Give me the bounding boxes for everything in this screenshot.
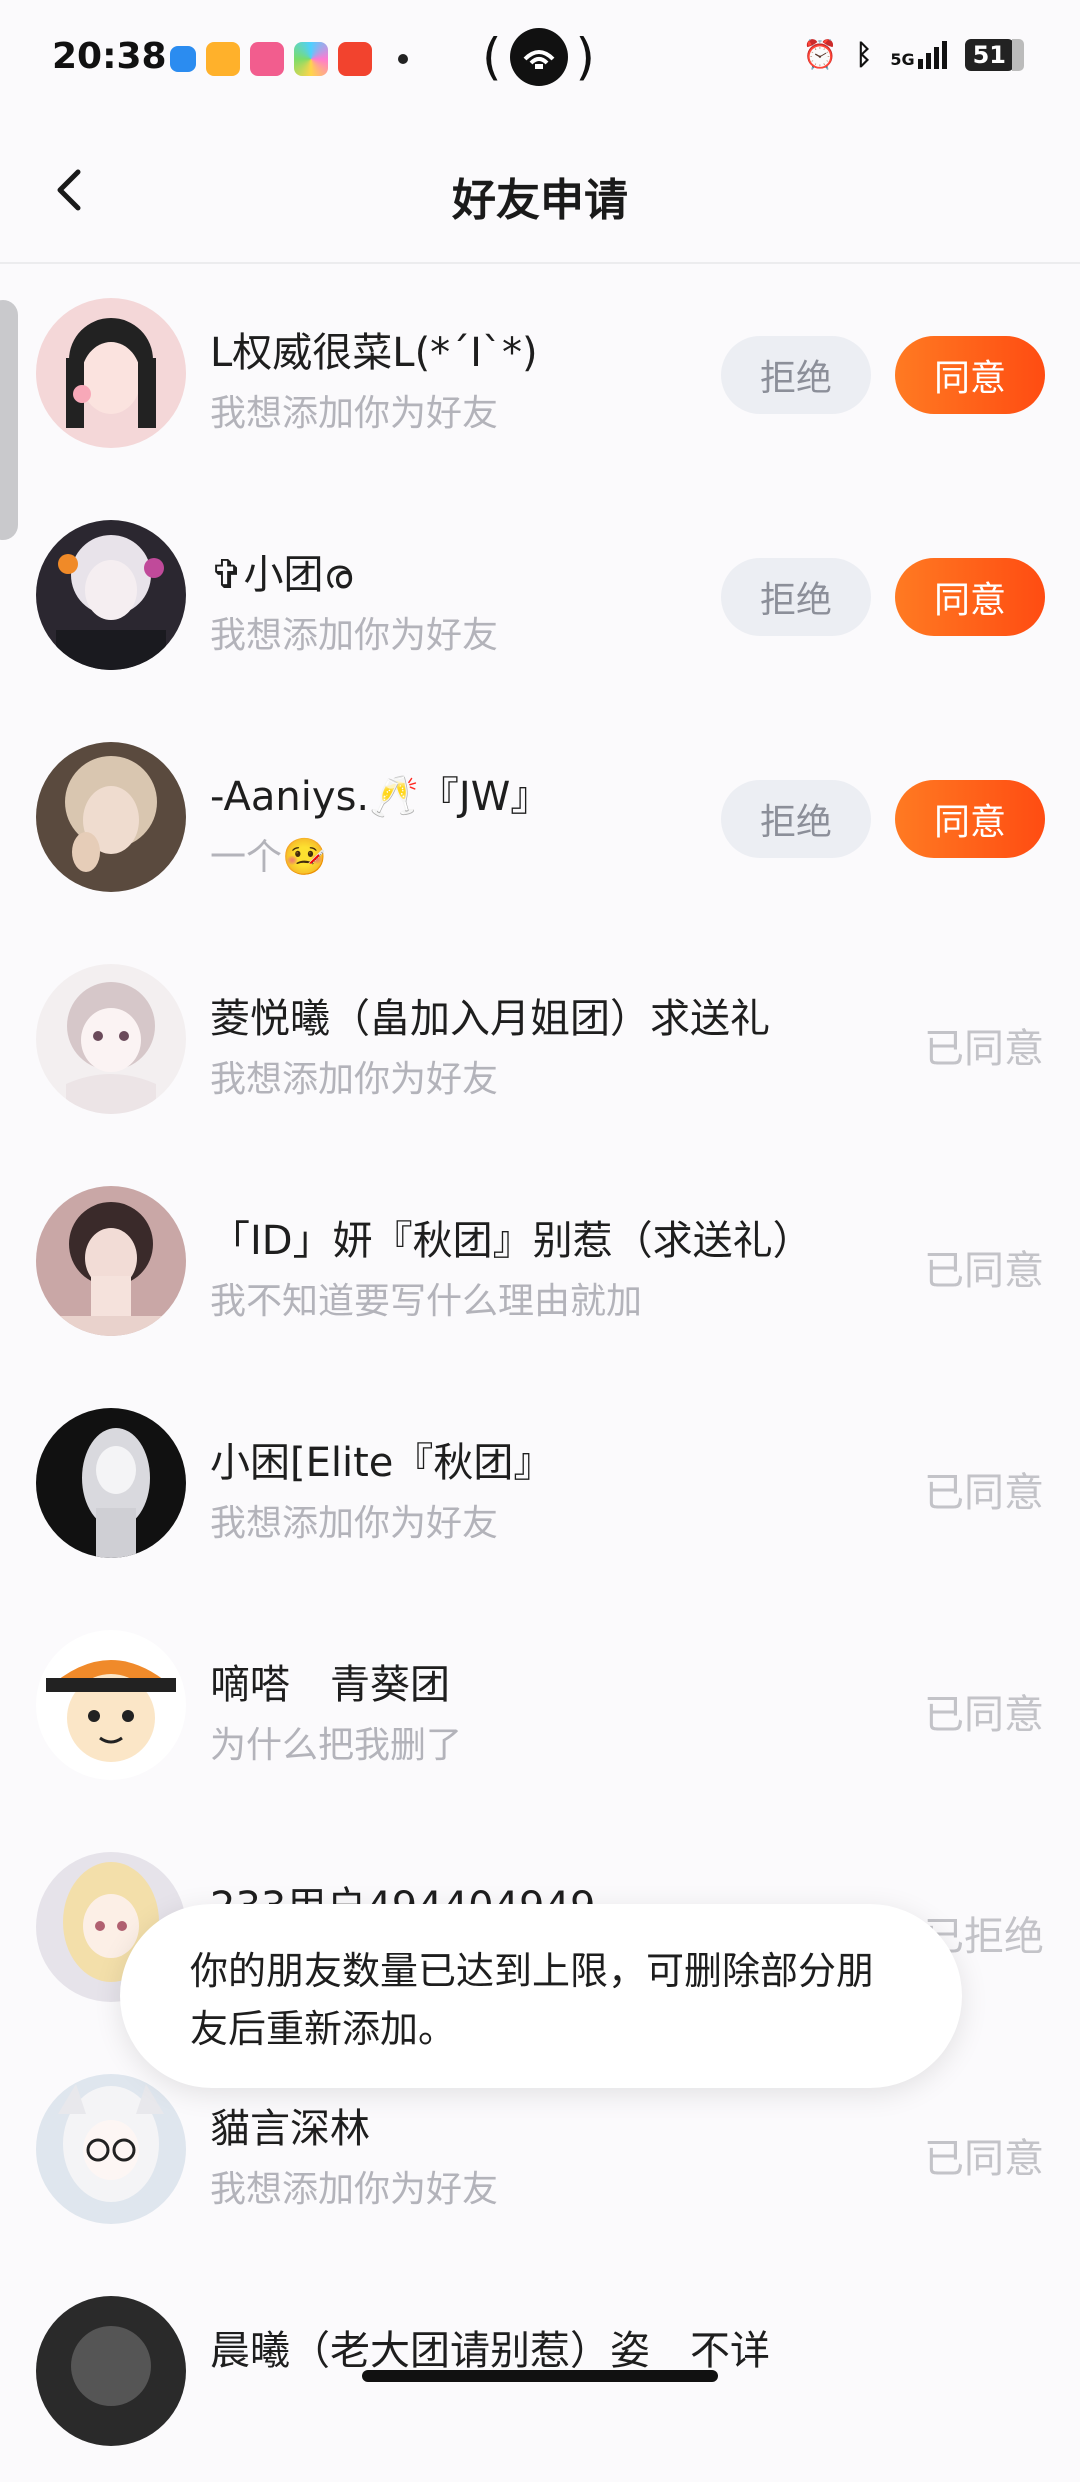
requester-name: 貓言深林 (210, 2106, 370, 2152)
alarm-icon: ⏰ (802, 38, 838, 71)
request-row[interactable]: 小困[Elite『秋团』 我想添加你为好友 已同意 (0, 1372, 1080, 1594)
requester-name: 嘀嗒 青葵团 (210, 1662, 450, 1708)
avatar[interactable] (36, 1630, 186, 1780)
requester-name: 晨曦（老大团请别惹）姿 不详 (210, 2328, 770, 2374)
request-message: 我不知道要写什么理由就加 (210, 1281, 643, 1322)
accept-button[interactable]: 同意 (895, 336, 1045, 414)
app-icon-video-orange (206, 42, 240, 76)
request-row[interactable]: 菱悦曦（畠加入月姐团）求送礼 我想添加你为好友 已同意 (0, 928, 1080, 1150)
request-message: 我想添加你为好友 (210, 2169, 499, 2210)
request-row[interactable]: ✞小团ര 我想添加你为好友 拒绝 同意 (0, 484, 1080, 706)
avatar[interactable] (36, 520, 186, 670)
request-message: 为什么把我删了 (210, 1725, 463, 1766)
accepted-status: 已同意 (924, 2136, 1044, 2182)
app-icon-blue (170, 46, 196, 72)
app-icon-multicolor (294, 42, 328, 76)
request-row[interactable]: L权威很菜L(*´I`*) 我想添加你为好友 拒绝 同意 (0, 262, 1080, 484)
accept-button[interactable]: 同意 (895, 780, 1045, 858)
toast-message: 你的朋友数量已达到上限，可删除部分朋友后重新添加。 (120, 1904, 962, 2088)
system-icons: ⏰ ᛒ 5G 51 (803, 38, 1024, 71)
bluetooth-icon: ᛒ (855, 38, 873, 71)
accepted-status: 已同意 (924, 1470, 1044, 1516)
requester-name: -Aaniys.🥂『JW』 (210, 774, 551, 820)
battery-level: 51 (964, 38, 1014, 71)
accept-button[interactable]: 同意 (895, 558, 1045, 636)
signal-label: 5G (890, 49, 915, 69)
avatar[interactable] (36, 1186, 186, 1336)
status-bar: 20:38 ( ) ⏰ ᛒ 5G 51 (0, 0, 1080, 120)
reject-button[interactable]: 拒绝 (721, 336, 871, 414)
accepted-status: 已同意 (924, 1026, 1044, 1072)
more-dot-icon (398, 54, 408, 64)
avatar[interactable] (36, 742, 186, 892)
home-indicator[interactable] (362, 2370, 718, 2382)
requester-name: 「ID」妍『秋团』别惹（求送礼） (210, 1218, 813, 1264)
friend-request-list: L权威很菜L(*´I`*) 我想添加你为好友 拒绝 同意 ✞小团ര 我想添加你为… (0, 262, 1080, 2482)
page-title: 好友申请 (452, 175, 628, 226)
avatar[interactable] (36, 2074, 186, 2224)
avatar[interactable] (36, 1408, 186, 1558)
request-message: 我想添加你为好友 (210, 393, 499, 434)
signal-icon: 5G (890, 40, 947, 69)
request-row[interactable]: 「ID」妍『秋团』别惹（求送礼） 我不知道要写什么理由就加 已同意 (0, 1150, 1080, 1372)
app-icon-play-red (338, 42, 372, 76)
request-message: 我想添加你为好友 (210, 615, 499, 656)
battery-icon: 51 (964, 38, 1024, 71)
avatar[interactable] (36, 964, 186, 1114)
reject-button[interactable]: 拒绝 (721, 780, 871, 858)
hotspot-indicator: ( ) (482, 28, 596, 86)
reject-button[interactable]: 拒绝 (721, 558, 871, 636)
avatar[interactable] (36, 2296, 186, 2446)
request-message: 一个🤒 (210, 837, 327, 878)
accepted-status: 已同意 (924, 1692, 1044, 1738)
notification-icons (170, 42, 408, 76)
requester-name: 小困[Elite『秋团』 (210, 1440, 554, 1486)
avatar[interactable] (36, 298, 186, 448)
app-icon-bilibili (250, 42, 284, 76)
toast-text: 你的朋友数量已达到上限，可删除部分朋友后重新添加。 (190, 1949, 875, 2051)
hotspot-icon (509, 28, 568, 86)
request-row[interactable]: -Aaniys.🥂『JW』 一个🤒 拒绝 同意 (0, 706, 1080, 928)
requester-name: ✞小团ര (210, 552, 353, 598)
requester-name: L权威很菜L(*´I`*) (210, 330, 538, 376)
accepted-status: 已同意 (924, 1248, 1044, 1294)
request-message: 我想添加你为好友 (210, 1059, 499, 1100)
header: 好友申请 (0, 120, 1080, 264)
request-message: 我想添加你为好友 (210, 1503, 499, 1544)
request-row[interactable]: 嘀嗒 青葵团 为什么把我删了 已同意 (0, 1594, 1080, 1816)
requester-name: 菱悦曦（畠加入月姐团）求送礼 (210, 996, 770, 1042)
status-time: 20:38 (52, 36, 167, 77)
